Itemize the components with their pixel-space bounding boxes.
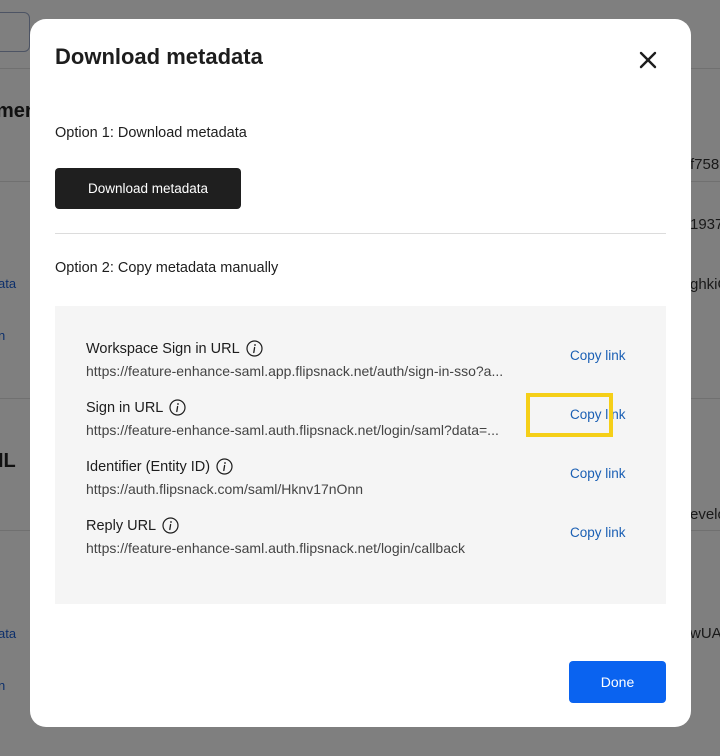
close-button[interactable] [634,47,662,75]
info-icon[interactable] [162,517,179,534]
metadata-row-identifier: Identifier (Entity ID) https://auth.flip… [86,458,646,508]
metadata-row-workspace-sign-in-url: Workspace Sign in URL https://feature-en… [86,340,646,390]
metadata-row-url: https://feature-enhance-saml.auth.flipsn… [86,422,499,438]
metadata-panel: Workspace Sign in URL https://feature-en… [55,306,666,604]
option-2-label: Option 2: Copy metadata manually [55,260,279,276]
copy-link-highlight [526,393,613,437]
download-metadata-button[interactable]: Download metadata [55,168,241,209]
metadata-row-url: https://auth.flipsnack.com/saml/Hknv17nO… [86,481,364,497]
metadata-row-reply-url: Reply URL https://feature-enhance-saml.a… [86,517,646,567]
done-button[interactable]: Done [569,661,666,703]
metadata-row-label: Sign in URL [86,399,164,416]
metadata-row-label-group: Identifier (Entity ID) [86,458,233,475]
info-icon[interactable] [216,458,233,475]
metadata-row-url: https://feature-enhance-saml.auth.flipsn… [86,540,465,556]
close-icon [639,51,657,72]
metadata-row-label: Identifier (Entity ID) [86,458,211,475]
metadata-row-label-group: Sign in URL [86,399,186,416]
metadata-row-label: Workspace Sign in URL [86,340,240,357]
metadata-row-url: https://feature-enhance-saml.app.flipsna… [86,363,504,379]
metadata-row-label-group: Workspace Sign in URL [86,340,263,357]
copy-link-button[interactable]: Copy link [570,466,626,481]
info-icon[interactable] [246,340,263,357]
copy-link-button[interactable]: Copy link [570,348,626,363]
download-metadata-modal: Download metadata Option 1: Download met… [30,19,691,727]
modal-title: Download metadata [55,44,263,69]
info-icon[interactable] [169,399,186,416]
option-1-label: Option 1: Download metadata [55,125,247,141]
section-divider [55,233,666,234]
metadata-row-label: Reply URL [86,517,157,534]
metadata-row-label-group: Reply URL [86,517,179,534]
copy-link-button[interactable]: Copy link [570,525,626,540]
